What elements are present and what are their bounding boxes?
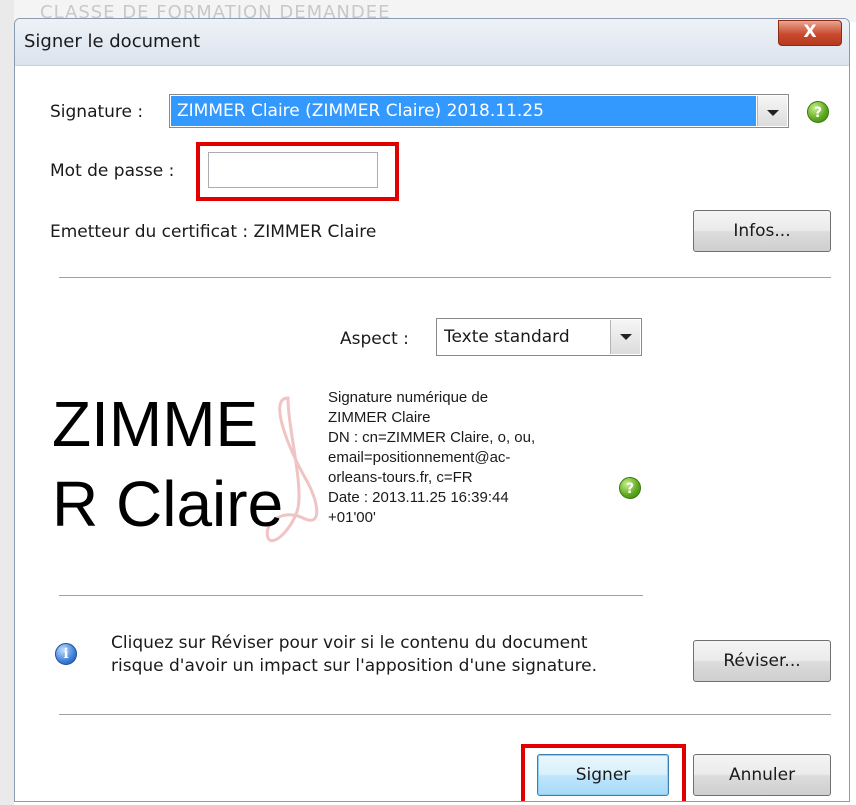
signature-detail-line: orleans-tours.fr, c=FR — [328, 469, 473, 486]
password-label: Mot de passe : — [50, 161, 175, 181]
aspect-selected-value: Texte standard — [444, 327, 570, 347]
info-button[interactable]: Infos... — [693, 210, 831, 252]
help-icon[interactable]: ? — [619, 477, 641, 499]
signature-name-line-1: ZIMME — [52, 388, 259, 460]
signature-name-line-2: R Claire — [52, 468, 284, 540]
aspect-dropdown[interactable]: Texte standard — [436, 318, 642, 356]
signature-details: Signature numérique de ZIMMER Claire DN … — [328, 388, 596, 528]
sign-document-dialog: Signer le document X Signature : ZIMMER … — [14, 18, 850, 802]
aspect-label: Aspect : — [340, 329, 409, 349]
cancel-button[interactable]: Annuler — [693, 754, 831, 796]
password-input[interactable] — [208, 152, 378, 188]
signature-label: Signature : — [50, 102, 144, 122]
signature-selected-value: ZIMMER Claire (ZIMMER Claire) 2018.11.25 — [171, 96, 756, 126]
separator — [59, 595, 643, 596]
title-bar[interactable]: Signer le document X — [15, 19, 849, 66]
signature-detail-line: Date : 2013.11.25 16:39:44 — [328, 489, 509, 506]
help-icon[interactable]: ? — [807, 101, 829, 123]
signature-detail-line: +01'00' — [328, 509, 376, 526]
info-icon: i — [55, 643, 77, 665]
review-message: Cliquez sur Réviser pour voir si le cont… — [111, 632, 597, 678]
review-message-line-1: Cliquez sur Réviser pour voir si le cont… — [111, 633, 588, 653]
separator — [59, 277, 831, 278]
review-message-line-2: risque d'avoir un impact sur l'appositio… — [111, 656, 598, 676]
signature-preview: ZIMME R Claire Signature numérique de ZI… — [48, 380, 597, 552]
dialog-body: Signature : ZIMMER Claire (ZIMMER Claire… — [15, 66, 849, 801]
signature-dropdown[interactable]: ZIMMER Claire (ZIMMER Claire) 2018.11.25 — [169, 94, 789, 128]
sign-button[interactable]: Signer — [537, 754, 669, 796]
close-button[interactable]: X — [778, 20, 842, 46]
chevron-down-icon[interactable] — [610, 320, 640, 354]
chevron-down-icon[interactable] — [757, 96, 787, 126]
certificate-issuer: Emetteur du certificat : ZIMMER Claire — [50, 222, 377, 242]
review-button[interactable]: Réviser... — [693, 640, 831, 682]
signature-detail-line: DN : cn=ZIMMER Claire, o, ou, — [328, 429, 536, 446]
separator — [59, 714, 831, 715]
close-icon: X — [803, 22, 817, 42]
signature-detail-line: ZIMMER Claire — [328, 409, 431, 426]
signature-detail-line: Signature numérique de — [328, 389, 489, 406]
signature-detail-line: email=positionnement@ac- — [328, 449, 511, 466]
dialog-title: Signer le document — [24, 31, 201, 52]
background-app-edge — [0, 0, 14, 805]
